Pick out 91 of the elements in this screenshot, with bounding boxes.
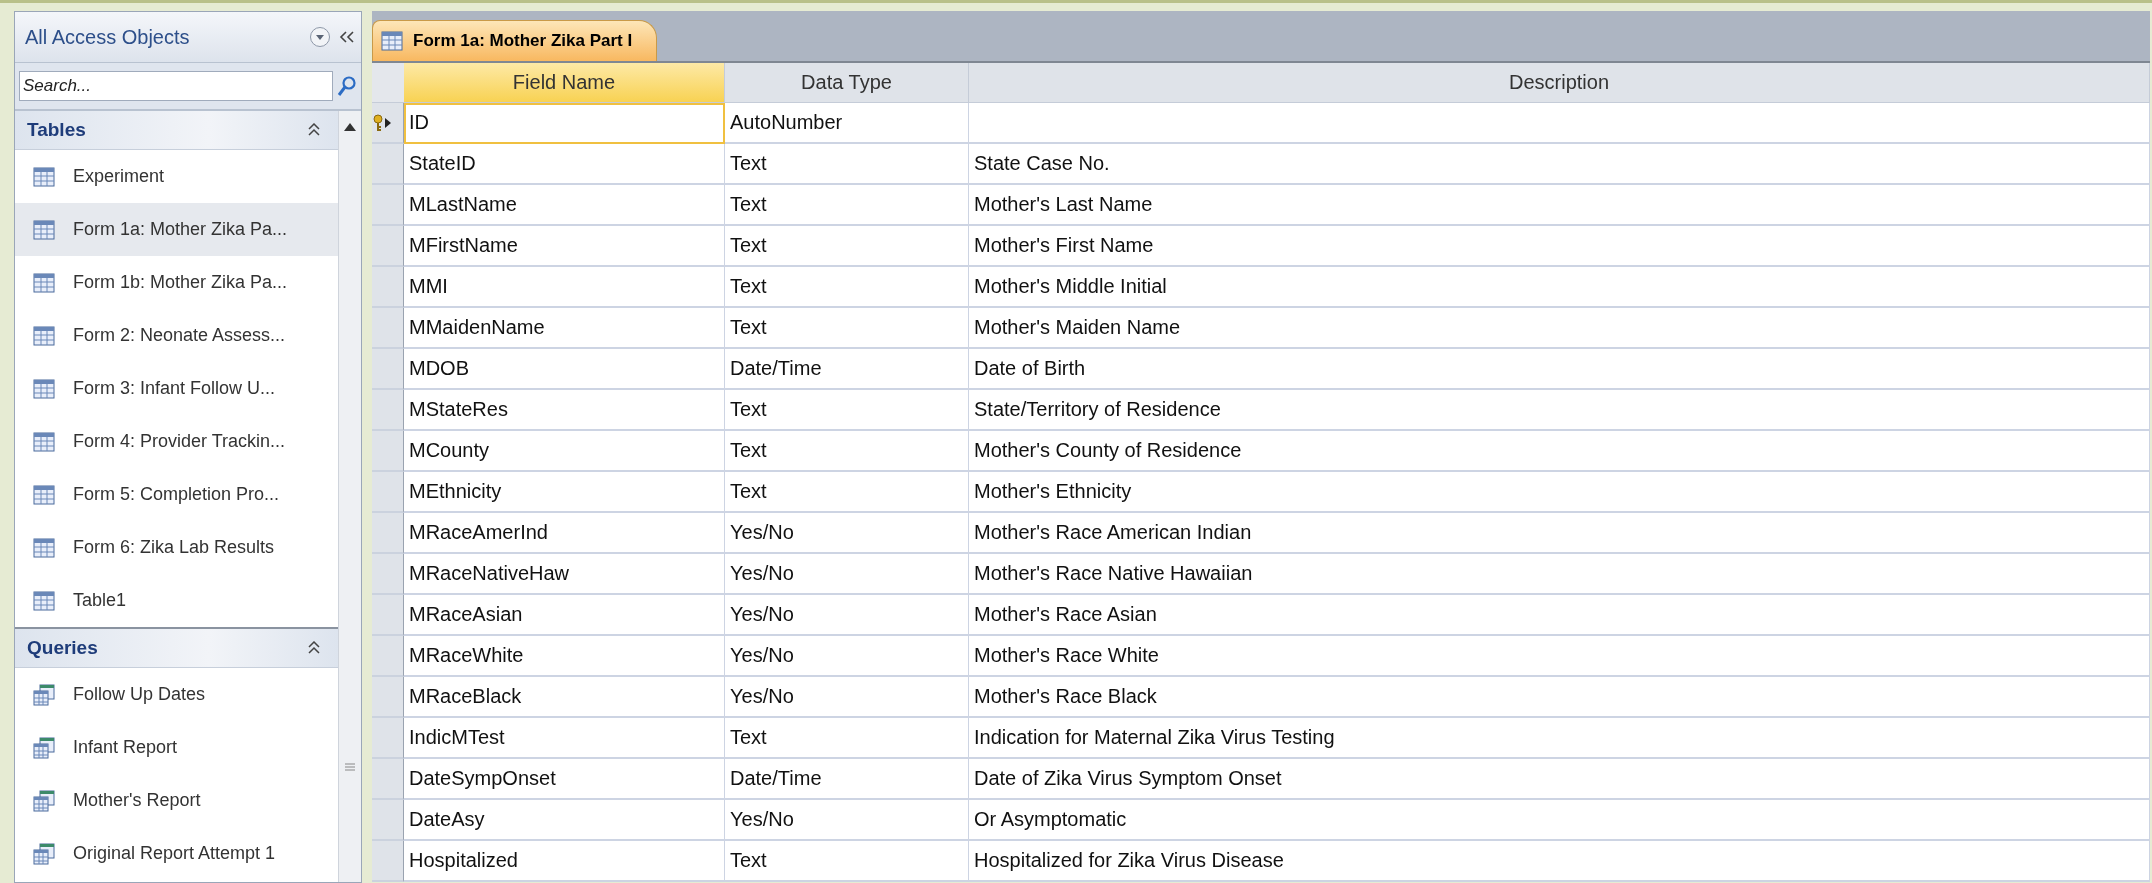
collapse-icon[interactable]	[339, 30, 355, 44]
query-icon	[33, 789, 55, 812]
table-cell[interactable]: MRaceNativeHaw	[404, 554, 725, 595]
table-cell[interactable]: MLastName	[404, 185, 725, 226]
table-cell[interactable]: StateID	[404, 144, 725, 185]
table-cell[interactable]: Text	[725, 144, 969, 185]
table-cell[interactable]: Date of Zika Virus Symptom Onset	[969, 759, 2150, 800]
section-title: Tables	[27, 119, 86, 141]
table-cell[interactable]: MMI	[404, 267, 725, 308]
table-cell[interactable]: MCounty	[404, 431, 725, 472]
table-cell[interactable]: Text	[725, 308, 969, 349]
current-row-icon	[384, 116, 392, 129]
table-cell[interactable]: AutoNumber	[725, 103, 969, 144]
table-cell[interactable]: Mother's Race Black	[969, 677, 2150, 718]
table-cell[interactable]: Hospitalized	[404, 841, 725, 882]
document-tab[interactable]: Form 1a: Mother Zika Part I	[372, 20, 658, 61]
table-cell[interactable]: Mother's County of Residence	[969, 431, 2150, 472]
table-cell[interactable]: Text	[725, 226, 969, 267]
table-cell[interactable]: DateAsy	[404, 800, 725, 841]
table-cell[interactable]: Date of Birth	[969, 349, 2150, 390]
table-cell[interactable]: MEthnicity	[404, 472, 725, 513]
table-cell[interactable]: Mother's Race White	[969, 636, 2150, 677]
table-cell[interactable]: Text	[725, 718, 969, 759]
table-cell[interactable]: MDOB	[404, 349, 725, 390]
table-icon	[33, 166, 55, 187]
table-cell[interactable]: State/Territory of Residence	[969, 390, 2150, 431]
chevron-up-icon[interactable]	[308, 123, 320, 137]
table-icon	[33, 378, 55, 399]
table-cell[interactable]: Yes/No	[725, 677, 969, 718]
table-cell[interactable]: Or Asymptomatic	[969, 800, 2150, 841]
table-cell[interactable]: Text	[725, 472, 969, 513]
dropdown-icon[interactable]	[309, 26, 331, 48]
table-cell[interactable]: Yes/No	[725, 800, 969, 841]
table-cell[interactable]: Text	[725, 267, 969, 308]
table-cell[interactable]: MRaceAsian	[404, 595, 725, 636]
grip-icon[interactable]	[344, 762, 356, 772]
table-cell[interactable]: Yes/No	[725, 513, 969, 554]
nav-item[interactable]: Form 1a: Mother Zika Pa...	[15, 203, 338, 256]
table-icon	[381, 31, 403, 51]
table-cell[interactable]: DateSympOnset	[404, 759, 725, 800]
table-cell[interactable]: Indication for Maternal Zika Virus Testing	[969, 718, 2150, 759]
table-cell[interactable]: MMaidenName	[404, 308, 725, 349]
section-title: Queries	[27, 637, 98, 659]
table-icon	[33, 537, 55, 558]
table-cell[interactable]: Mother's Maiden Name	[969, 308, 2150, 349]
table-icon	[33, 272, 55, 293]
table-cell[interactable]: MRaceBlack	[404, 677, 725, 718]
table-cell[interactable]: Yes/No	[725, 636, 969, 677]
table-cell[interactable]: Mother's First Name	[969, 226, 2150, 267]
table-cell[interactable]: Mother's Ethnicity	[969, 472, 2150, 513]
column-header[interactable]: Description	[969, 63, 2150, 103]
table-cell[interactable]: MRaceWhite	[404, 636, 725, 677]
table-cell[interactable]: Date/Time	[725, 759, 969, 800]
table-cell[interactable]: Mother's Race Asian	[969, 595, 2150, 636]
table-cell[interactable]: MFirstName	[404, 226, 725, 267]
table-cell[interactable]: Mother's Last Name	[969, 185, 2150, 226]
table-cell[interactable]: State Case No.	[969, 144, 2150, 185]
query-icon	[33, 842, 55, 865]
table-cell[interactable]: Mother's Race American Indian	[969, 513, 2150, 554]
table-cell[interactable]: ID	[404, 103, 725, 144]
query-icon	[33, 736, 55, 759]
table-cell[interactable]: Date/Time	[725, 349, 969, 390]
table-cell[interactable]: Hospitalized for Zika Virus Disease	[969, 841, 2150, 882]
table-cell[interactable]: MStateRes	[404, 390, 725, 431]
table-cell[interactable]: Yes/No	[725, 595, 969, 636]
table-cell[interactable]: MRaceAmerInd	[404, 513, 725, 554]
key-icon	[372, 113, 384, 132]
table-cell[interactable]	[969, 103, 2150, 144]
table-cell[interactable]: Text	[725, 185, 969, 226]
column-header[interactable]: Field Name	[404, 63, 725, 103]
table-cell[interactable]: IndicMTest	[404, 718, 725, 759]
scrollbar[interactable]	[338, 111, 361, 882]
table-cell[interactable]: Text	[725, 841, 969, 882]
table-icon	[33, 590, 55, 611]
query-icon	[33, 683, 55, 706]
search-field[interactable]: Search...	[19, 71, 333, 101]
table-cell[interactable]: Text	[725, 431, 969, 472]
table-cell[interactable]: Yes/No	[725, 554, 969, 595]
table-cell[interactable]: Mother's Race Native Hawaiian	[969, 554, 2150, 595]
table-icon	[33, 484, 55, 505]
search-icon[interactable]	[337, 75, 357, 97]
table-icon	[33, 219, 55, 240]
chevron-up-icon[interactable]	[308, 641, 320, 655]
table-cell[interactable]: Text	[725, 390, 969, 431]
table-cell[interactable]: Mother's Middle Initial	[969, 267, 2150, 308]
section-header[interactable]: Tables	[15, 111, 338, 150]
column-header[interactable]: Data Type	[725, 63, 969, 103]
section-header[interactable]: Queries	[15, 627, 338, 668]
table-icon	[33, 431, 55, 452]
row-selector[interactable]	[372, 103, 404, 144]
table-icon	[33, 325, 55, 346]
